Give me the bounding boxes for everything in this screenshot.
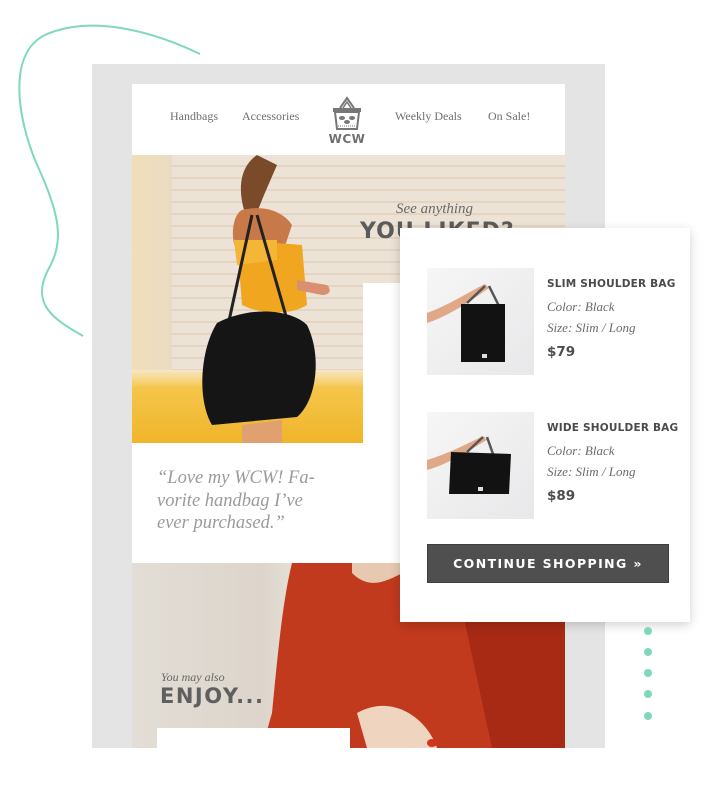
product-item[interactable]: SLIM SHOULDER BAG Color: Black Size: Sli… bbox=[427, 268, 687, 376]
product-image[interactable] bbox=[427, 412, 534, 519]
product-size: Size: Slim / Long bbox=[547, 320, 636, 335]
recommendations-card bbox=[157, 728, 350, 748]
brand-logo[interactable]: WCW bbox=[329, 96, 365, 148]
decorative-dot bbox=[644, 669, 652, 677]
wide-tote-bag-image bbox=[427, 436, 511, 494]
product-color: Color: Black bbox=[547, 299, 615, 314]
hero-wall bbox=[132, 155, 172, 370]
decorative-dot bbox=[644, 712, 652, 720]
testimonial-quote: “Love my WCW! Fa-vorite handbag I’ve eve… bbox=[157, 468, 315, 533]
product-item[interactable]: WIDE SHOULDER BAG Color: Black Size: Sli… bbox=[427, 412, 687, 520]
product-image[interactable] bbox=[427, 268, 534, 375]
nav-on-sale[interactable]: On Sale! bbox=[488, 109, 530, 124]
brand-name: WCW bbox=[328, 132, 366, 146]
continue-shopping-button[interactable]: CONTINUE SHOPPING » bbox=[427, 544, 669, 583]
product-price: $79 bbox=[547, 344, 576, 360]
recommendations-kicker: You may also bbox=[161, 670, 225, 684]
product-name[interactable]: WIDE SHOULDER BAG bbox=[547, 422, 678, 434]
recommendations-title: ENJOY... bbox=[160, 684, 265, 708]
decorative-dot bbox=[644, 627, 652, 635]
nav-weekly-deals[interactable]: Weekly Deals bbox=[395, 109, 462, 124]
email-header: Handbags Accessories WCW Weekly Deals On… bbox=[132, 84, 565, 155]
nav-handbags[interactable]: Handbags bbox=[170, 109, 218, 124]
slim-tote-bag-image bbox=[427, 284, 505, 362]
nav-accessories[interactable]: Accessories bbox=[242, 109, 299, 124]
decorative-dot bbox=[644, 648, 652, 656]
product-name[interactable]: SLIM SHOULDER BAG bbox=[547, 278, 676, 290]
hero-model-image bbox=[202, 155, 330, 443]
hero-kicker: See anything bbox=[396, 201, 474, 217]
product-price: $89 bbox=[547, 488, 576, 504]
product-size: Size: Slim / Long bbox=[547, 464, 636, 479]
shopping-basket-icon bbox=[333, 96, 361, 130]
decorative-dot bbox=[644, 690, 652, 698]
product-color: Color: Black bbox=[547, 443, 615, 458]
cart-popup: SLIM SHOULDER BAG Color: Black Size: Sli… bbox=[400, 228, 690, 622]
